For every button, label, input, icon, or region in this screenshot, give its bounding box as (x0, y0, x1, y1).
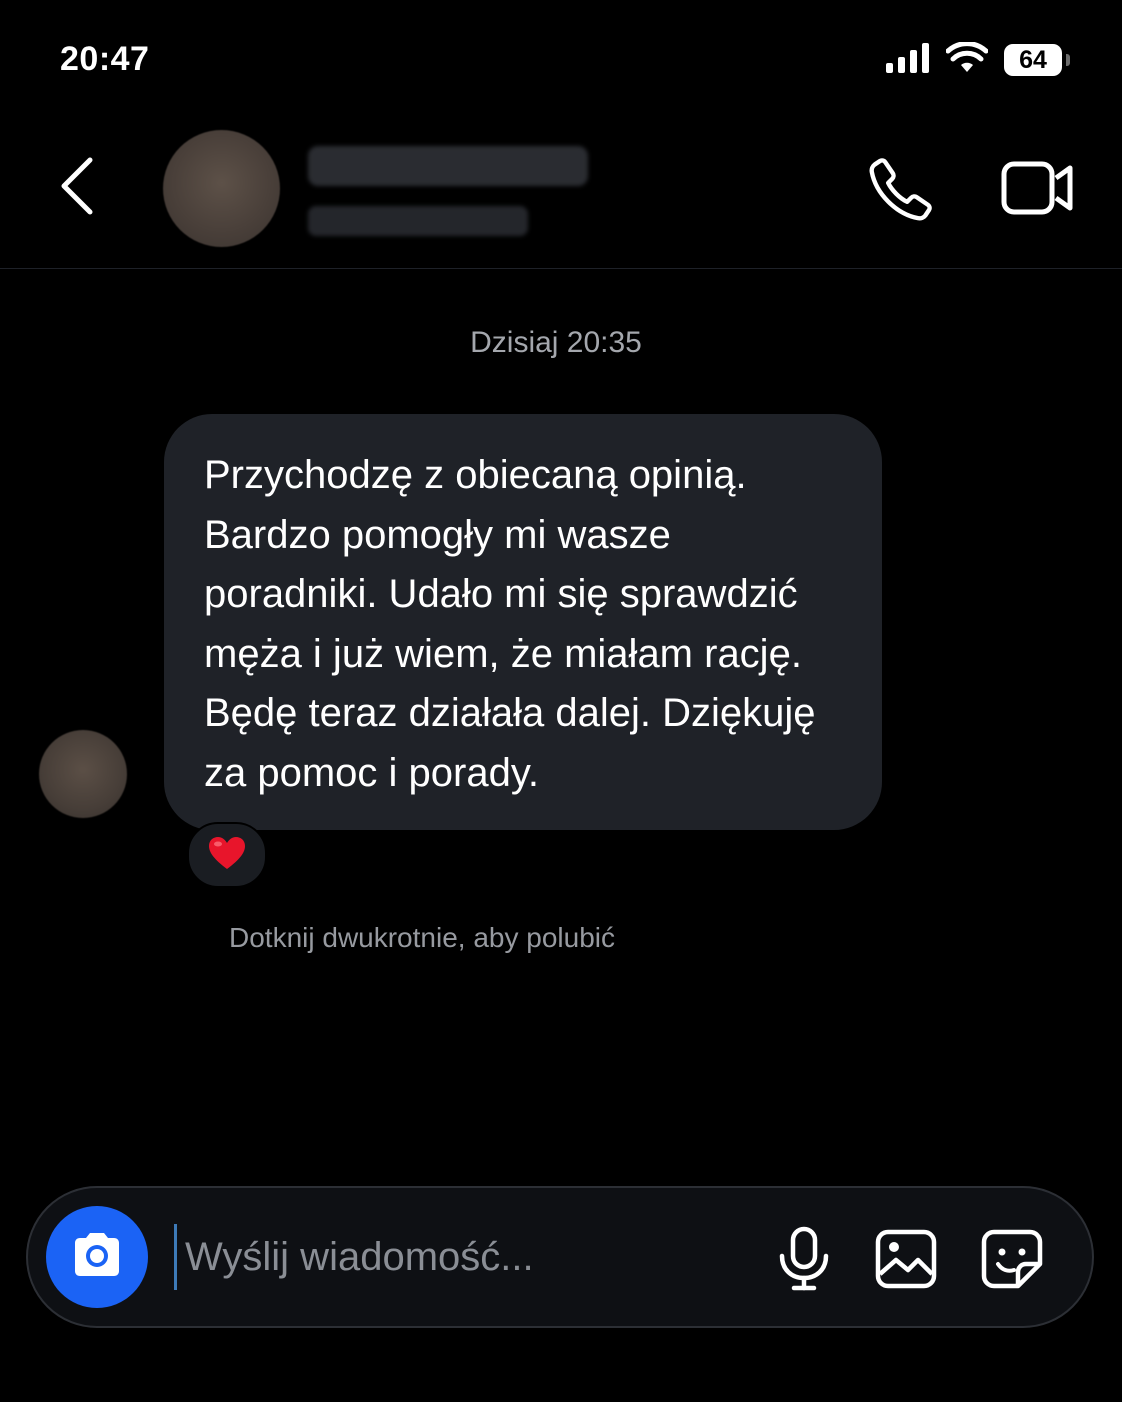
status-icons: 64 (886, 40, 1070, 80)
sender-avatar[interactable] (39, 730, 127, 818)
microphone-icon (776, 1226, 832, 1296)
battery-cap (1066, 54, 1070, 66)
back-button[interactable] (54, 154, 102, 218)
chat-header (0, 120, 1122, 269)
chevron-left-icon (54, 157, 102, 222)
battery-icon: 64 (1004, 43, 1070, 77)
phone-icon (866, 158, 936, 228)
camera-icon (69, 1231, 125, 1284)
video-camera-icon (1000, 161, 1076, 224)
gallery-button[interactable] (874, 1228, 938, 1290)
status-bar: 20:47 64 (0, 0, 1122, 120)
status-time: 20:47 (60, 40, 150, 78)
video-call-button[interactable] (1000, 156, 1076, 220)
contact-name-redacted[interactable] (308, 146, 588, 186)
audio-call-button[interactable] (866, 154, 936, 224)
image-gallery-icon (874, 1229, 938, 1294)
message-input[interactable] (174, 1224, 745, 1290)
heart-icon (207, 835, 247, 876)
sticker-button[interactable] (980, 1228, 1044, 1290)
battery-level: 64 (1004, 44, 1062, 76)
contact-avatar[interactable] (163, 130, 280, 247)
message-reaction[interactable] (187, 822, 267, 888)
sticker-icon (980, 1229, 1044, 1294)
cellular-signal-icon (886, 42, 930, 78)
message-composer (26, 1186, 1094, 1328)
double-tap-hint: Dotknij dwukrotnie, aby polubić (229, 922, 615, 953)
conversation-timestamp: Dzisiaj 20:35 (470, 326, 642, 359)
camera-button[interactable] (46, 1206, 148, 1308)
wifi-icon (945, 40, 989, 79)
message-text: Przychodzę z obiecaną opinią. Bardzo pom… (204, 453, 816, 795)
contact-username-redacted (308, 206, 528, 236)
message-bubble[interactable]: Przychodzę z obiecaną opinią. Bardzo pom… (164, 414, 882, 830)
voice-message-button[interactable] (776, 1226, 832, 1292)
